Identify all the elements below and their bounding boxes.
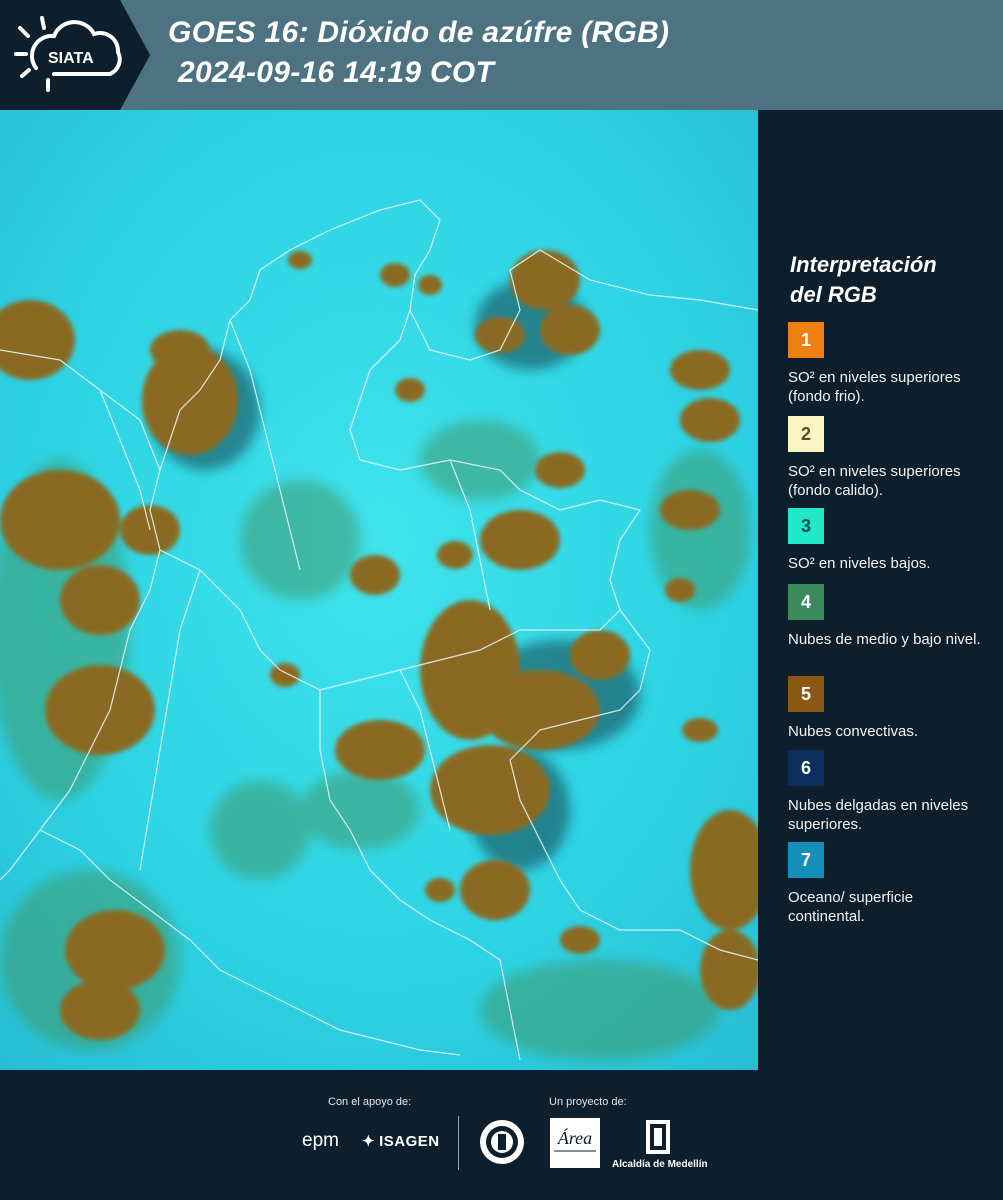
siata-logo-text: SIATA — [48, 50, 94, 67]
legend-item-5: 5 Nubes convectivas. — [788, 676, 993, 741]
isagen-mark-icon: ✦ — [362, 1133, 376, 1150]
epm-logo: epm — [302, 1130, 339, 1152]
legend-swatch-5: 5 — [788, 676, 824, 712]
legend-label-3: SO² en niveles bajos. — [788, 555, 931, 572]
legend-item-6: 6 Nubes delgadas en niveles superiores. — [788, 750, 993, 834]
legend-number-7: 7 — [800, 849, 811, 870]
legend-number-2: 2 — [800, 423, 811, 444]
legend-title-line2: del RGB — [790, 282, 877, 307]
isagen-logo-text: ISAGEN — [379, 1132, 440, 1150]
legend-number-5: 5 — [800, 683, 811, 704]
footer-divider — [458, 1116, 459, 1170]
legend-item-7: 7 Oceano/ superficie continental. — [788, 842, 993, 926]
isagen-logo: ✦ ISAGEN — [362, 1132, 440, 1151]
alcaldia-label: Alcaldía de Medellín — [612, 1159, 708, 1170]
footer: Con el apoyo de: Un proyecto de: epm ✦ I… — [0, 1070, 1003, 1200]
legend-swatch-1: 1 — [788, 322, 824, 358]
page-datetime: 2024-09-16 14:19 COT — [178, 56, 495, 89]
legend-number-4: 4 — [800, 591, 811, 612]
legend-title-line1: Interpretación — [790, 252, 937, 277]
legend-label-4: Nubes de medio y bajo nivel. — [788, 631, 981, 648]
svg-text:Área: Área — [557, 1127, 592, 1148]
satellite-map[interactable] — [0, 110, 758, 1070]
page-title: GOES 16: Dióxido de azúfre (RGB) — [168, 16, 670, 49]
legend-number-3: 3 — [800, 515, 811, 536]
legend-label-2: SO² en niveles superiores (fondo calido)… — [788, 463, 961, 499]
header: SIATA GOES 16: Dióxido de azúfre (RGB) 2… — [0, 0, 1003, 110]
legend-swatch-7: 7 — [788, 842, 824, 878]
legend-swatch-6: 6 — [788, 750, 824, 786]
legend-item-3: 3 SO² en niveles bajos. — [788, 508, 993, 573]
legend-title: Interpretación del RGB — [790, 250, 990, 310]
legend-label-1: SO² en niveles superiores (fondo frio). — [788, 369, 961, 405]
legend-swatch-4: 4 — [788, 584, 824, 620]
project-caption: Un proyecto de: — [549, 1096, 627, 1108]
epm-logo-text: epm — [302, 1130, 339, 1151]
legend-number-6: 6 — [800, 757, 811, 778]
legend-swatch-2: 2 — [788, 416, 824, 452]
support-caption: Con el apoyo de: — [328, 1096, 412, 1108]
legend-item-2: 2 SO² en niveles superiores (fondo calid… — [788, 416, 993, 500]
legend-label-7: Oceano/ superficie continental. — [788, 889, 914, 925]
legend-number-1: 1 — [800, 329, 811, 350]
legend-label-6: Nubes delgadas en niveles superiores. — [788, 797, 969, 833]
legend-item-4: 4 Nubes de medio y bajo nivel. — [788, 584, 993, 649]
legend-label-5: Nubes convectivas. — [788, 723, 919, 740]
area-metropolitana-logo: Área — [550, 1118, 600, 1168]
legend-swatch-3: 3 — [788, 508, 824, 544]
siata-logo: SIATA — [14, 16, 122, 92]
legend-item-1: 1 SO² en niveles superiores (fondo frio)… — [788, 322, 993, 406]
municipal-seal-icon — [480, 1120, 524, 1164]
rgb-legend: Interpretación del RGB 1 SO² en niveles … — [758, 110, 1003, 1070]
